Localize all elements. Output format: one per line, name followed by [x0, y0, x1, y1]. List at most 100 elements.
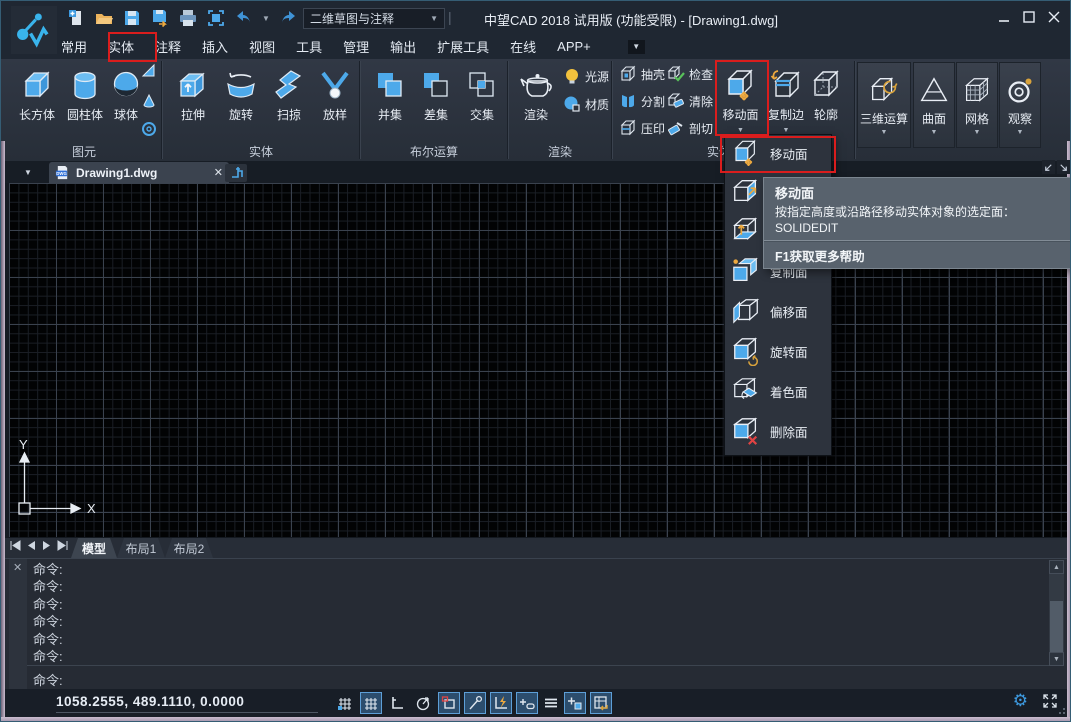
panel-surface[interactable]: 曲面 ▼ — [913, 62, 955, 148]
tab-layout1[interactable]: 布局1 — [117, 538, 165, 558]
tab-online[interactable]: 在线 — [510, 37, 536, 56]
collapse-left-icon[interactable] — [1042, 160, 1055, 174]
panel-observe[interactable]: 观察 ▼ — [999, 62, 1041, 148]
clean-button[interactable]: 清除 — [667, 92, 713, 110]
imprint-button[interactable]: 压印 — [619, 119, 665, 137]
polar-tracking-toggle[interactable] — [412, 692, 434, 714]
panel-3d-operations[interactable]: 三维运算 ▼ — [857, 62, 911, 148]
document-list-dropdown[interactable]: ▼ — [11, 164, 45, 181]
ribbon-display-toggle[interactable]: ▼ — [628, 40, 645, 54]
tab-layout2[interactable]: 布局2 — [165, 538, 213, 558]
separate-button[interactable]: 分割 — [619, 92, 665, 110]
tab-home[interactable]: 常用 — [61, 37, 87, 56]
shell-button[interactable]: 抽壳 — [619, 65, 665, 83]
panel-label[interactable]: 布尔运算 — [361, 143, 507, 160]
status-menu-icon[interactable] — [542, 692, 560, 714]
gear-icon[interactable]: ⚙ — [1013, 692, 1028, 709]
tab-insert[interactable]: 插入 — [202, 37, 228, 56]
panel-label[interactable]: 实体 — [163, 143, 359, 160]
slice-button[interactable]: 剖切 — [667, 119, 713, 137]
cone-button[interactable] — [141, 93, 157, 109]
torus-button[interactable] — [141, 121, 157, 137]
ortho-toggle[interactable] — [386, 692, 408, 714]
maximize-button[interactable] — [1021, 10, 1037, 24]
viewport-maximize-toggle[interactable] — [590, 692, 612, 714]
tab-tools[interactable]: 工具 — [296, 37, 322, 56]
cylinder-button[interactable]: 圆柱体 — [61, 63, 109, 123]
outline-button[interactable]: 轮廓 — [805, 63, 847, 123]
box-button[interactable]: 长方体 — [13, 63, 61, 123]
tooltip-title: 移动面 — [775, 183, 814, 202]
new-file-button[interactable] — [65, 8, 87, 28]
object-snap-toggle[interactable] — [438, 692, 460, 714]
check-button[interactable]: 检查 — [667, 65, 713, 83]
undo-button[interactable] — [233, 8, 255, 28]
redo-button[interactable] — [277, 8, 299, 28]
zwcad-logo[interactable] — [11, 6, 57, 54]
sweep-button[interactable]: 扫掠 — [267, 63, 311, 123]
scroll-down-icon[interactable]: ▼ — [1049, 652, 1064, 666]
fullscreen-icon[interactable] — [1042, 693, 1058, 709]
command-history-line: 命令: — [33, 596, 1033, 613]
print-button[interactable] — [177, 8, 199, 28]
scroll-up-icon[interactable]: ▲ — [1049, 560, 1064, 574]
grid-toggle[interactable] — [360, 692, 382, 714]
first-tab-icon[interactable] — [9, 540, 22, 551]
tab-manage[interactable]: 管理 — [343, 37, 369, 56]
prev-tab-icon[interactable] — [26, 540, 37, 551]
loft-button[interactable]: 放样 — [313, 63, 357, 123]
material-button[interactable]: 材质 — [563, 95, 609, 113]
chevron-down-icon[interactable]: ▼ — [783, 127, 790, 134]
snap-toggle[interactable] — [334, 692, 356, 714]
wedge-button[interactable] — [141, 63, 157, 79]
panel-label[interactable]: 渲染 — [509, 143, 611, 160]
menu-item-delete-face[interactable]: 删除面 — [725, 411, 831, 451]
quick-properties-toggle[interactable] — [564, 692, 586, 714]
panel-label[interactable]: 图元 — [9, 143, 159, 160]
intersect-button[interactable]: 交集 — [461, 63, 503, 123]
tab-app-plus[interactable]: APP+ — [557, 39, 591, 54]
menu-item-shade-face[interactable]: 着色面 — [725, 371, 831, 411]
dynamic-input-toggle[interactable] — [490, 692, 512, 714]
titlebar-divider: | — [448, 9, 452, 25]
command-input-line[interactable]: 命令: — [33, 670, 63, 689]
separate-icon — [619, 92, 637, 110]
document-tab-drawing1[interactable]: Drawing1.dwg ✕ — [49, 162, 229, 183]
union-button[interactable]: 并集 — [369, 63, 411, 123]
tab-output[interactable]: 输出 — [390, 37, 416, 56]
tab-model[interactable]: 模型 — [71, 538, 117, 558]
scrollbar-thumb[interactable] — [1050, 601, 1063, 652]
imprint-icon — [619, 119, 637, 137]
tab-express[interactable]: 扩展工具 — [437, 37, 489, 56]
sweep-icon — [271, 63, 307, 103]
next-tab-icon[interactable] — [41, 540, 52, 551]
undo-dropdown-arrow[interactable]: ▼ — [261, 8, 271, 28]
plot-preview-button[interactable] — [205, 8, 227, 28]
tab-annotate[interactable]: 注释 — [155, 37, 181, 56]
command-scrollbar[interactable]: ▲ ▼ — [1049, 560, 1064, 666]
revolve-button[interactable]: 旋转 — [219, 63, 263, 123]
close-command-panel-icon[interactable]: ✕ — [13, 561, 22, 574]
save-as-button[interactable] — [149, 8, 171, 28]
render-button[interactable]: 渲染 — [513, 63, 559, 123]
save-button[interactable] — [121, 8, 143, 28]
subtract-button[interactable]: 差集 — [415, 63, 457, 123]
tab-view[interactable]: 视图 — [249, 37, 275, 56]
copy-edge-button[interactable]: 复制边 ▼ — [766, 63, 806, 134]
open-file-button[interactable] — [93, 8, 115, 28]
extrude-button[interactable]: 拉伸 — [171, 63, 215, 123]
new-tab-button[interactable] — [225, 164, 247, 182]
lineweight-toggle[interactable] — [516, 692, 538, 714]
panel-mesh[interactable]: 网格 ▼ — [956, 62, 998, 148]
menu-item-rotate-face[interactable]: 旋转面 — [725, 331, 831, 371]
object-snap-tracking-toggle[interactable] — [464, 692, 486, 714]
close-tab-icon[interactable]: ✕ — [214, 166, 223, 179]
menu-item-offset-face[interactable]: 偏移面 — [725, 291, 831, 331]
workspace-select[interactable]: 二维草图与注释 ▼ — [303, 8, 445, 29]
minimize-button[interactable] — [996, 10, 1012, 24]
light-button[interactable]: 光源 — [563, 67, 609, 85]
collapse-right-icon[interactable] — [1057, 160, 1070, 174]
last-tab-icon[interactable] — [56, 540, 69, 551]
close-button[interactable] — [1046, 10, 1062, 24]
sphere-button[interactable]: 球体 — [109, 63, 143, 123]
